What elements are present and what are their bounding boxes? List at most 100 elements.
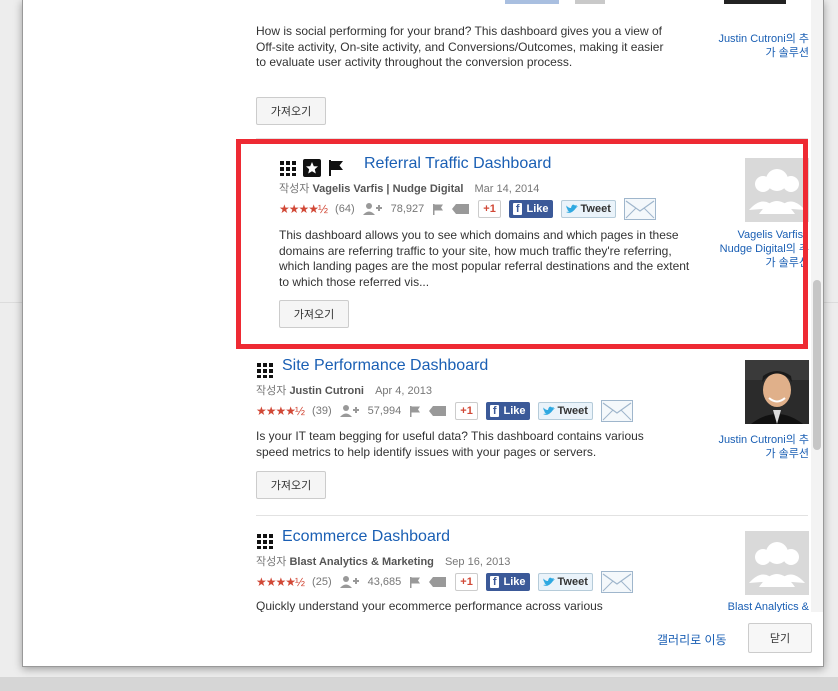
facebook-icon: f bbox=[489, 405, 500, 417]
import-button[interactable]: 가져오기 bbox=[279, 300, 349, 328]
author-name: Justin Cutroni bbox=[289, 385, 364, 397]
import-button[interactable]: 가져오기 bbox=[256, 97, 326, 125]
import-button[interactable]: 가져오기 bbox=[256, 471, 326, 499]
author-name: Vagelis Varfis | Nudge Digital bbox=[312, 183, 464, 195]
author-prefix: 작성자 bbox=[256, 385, 287, 397]
tag-icon[interactable] bbox=[429, 405, 447, 417]
author-link-line: Justin Cutroni의 추 bbox=[718, 33, 809, 45]
card-divider bbox=[256, 345, 808, 346]
publish-date: Apr 4, 2013 bbox=[375, 385, 432, 397]
google-plus-button[interactable]: +1 bbox=[455, 402, 478, 420]
author-link-line: Justin Cutroni의 추 bbox=[718, 434, 809, 446]
report-flag-icon[interactable] bbox=[409, 576, 421, 588]
author-image-stub bbox=[724, 0, 786, 4]
dashboard-title-link[interactable]: Ecommerce Dashboard bbox=[282, 528, 450, 546]
facebook-icon: f bbox=[489, 576, 500, 588]
card-icons bbox=[279, 158, 345, 178]
users-icon bbox=[339, 405, 359, 417]
author-link-line: 가 솔루션 bbox=[765, 257, 809, 269]
dashboard-title-link[interactable]: Site Performance Dashboard bbox=[282, 357, 488, 375]
author-link-line: Vagelis Varfis | bbox=[737, 229, 809, 241]
card-icons bbox=[256, 531, 274, 551]
publish-date: Mar 14, 2014 bbox=[474, 183, 540, 195]
tweet-label: Tweet bbox=[580, 203, 611, 215]
google-plus-button[interactable]: +1 bbox=[455, 573, 478, 591]
author-solutions-link[interactable]: Vagelis Varfis | Nudge Digital의 추 가 솔루션 bbox=[703, 228, 809, 270]
card-meta: 작성자 Justin Cutroni Apr 4, 2013 bbox=[256, 382, 432, 398]
author-photo bbox=[745, 360, 809, 424]
vertical-scrollbar[interactable] bbox=[811, 0, 823, 612]
author-link-line: 가 솔루션 bbox=[765, 47, 809, 59]
ratings-count: (64) bbox=[335, 203, 355, 215]
card-description: This dashboard allows you to see which d… bbox=[279, 228, 690, 289]
author-link-line: Nudge Digital의 추 bbox=[719, 243, 809, 255]
tweet-label: Tweet bbox=[557, 576, 588, 588]
author-prefix: 작성자 bbox=[279, 183, 310, 195]
author-link-line: Blast Analytics & bbox=[727, 601, 809, 612]
author-solutions-link[interactable]: Justin Cutroni의 추 가 솔루션 bbox=[703, 32, 809, 60]
mail-button-stub bbox=[575, 0, 605, 4]
facebook-icon: f bbox=[512, 203, 523, 215]
report-flag-icon[interactable] bbox=[432, 203, 444, 215]
author-link-line: 가 솔루션 bbox=[765, 448, 809, 460]
go-to-gallery-link[interactable]: 갤러리로 이동 bbox=[657, 631, 727, 648]
tweet-button[interactable]: Tweet bbox=[537, 402, 593, 420]
tweet-button[interactable]: Tweet bbox=[537, 573, 593, 591]
grid-icon bbox=[257, 534, 273, 549]
grid-icon bbox=[280, 161, 296, 176]
author-solutions-link[interactable]: Blast Analytics & bbox=[703, 600, 809, 612]
rating-stars[interactable]: ★★★★½ bbox=[256, 575, 305, 589]
like-label: Like bbox=[503, 576, 526, 588]
dashboard-list[interactable]: How is social performing for your brand?… bbox=[23, 0, 809, 612]
author-solutions-link[interactable]: Justin Cutroni의 추 가 솔루션 bbox=[703, 433, 809, 461]
email-share-icon[interactable] bbox=[600, 571, 633, 593]
grid-icon bbox=[257, 363, 273, 378]
users-icon bbox=[339, 576, 359, 588]
ratings-count: (25) bbox=[312, 576, 332, 588]
card-icons bbox=[256, 360, 274, 380]
like-label: Like bbox=[526, 203, 549, 215]
star-badge-icon bbox=[303, 159, 321, 177]
tag-icon[interactable] bbox=[429, 576, 447, 588]
rating-stars[interactable]: ★★★★½ bbox=[279, 202, 328, 216]
facebook-like-button[interactable]: f Like bbox=[508, 200, 553, 218]
users-count: 78,927 bbox=[390, 203, 425, 215]
card-meta: 작성자 Blast Analytics & Marketing Sep 16, … bbox=[256, 553, 510, 569]
users-count: 43,685 bbox=[367, 576, 402, 588]
card-description: Quickly understand your ecommerce perfor… bbox=[256, 599, 603, 612]
tag-icon[interactable] bbox=[452, 203, 470, 215]
ratings-count: (39) bbox=[312, 405, 332, 417]
dashboard-gallery-dialog: How is social performing for your brand?… bbox=[22, 0, 824, 667]
card-stats: ★★★★½ (25) 43,685 +1 f Like Tweet bbox=[256, 571, 633, 593]
card-divider bbox=[256, 138, 808, 139]
card-description: Is your IT team begging for useful data?… bbox=[256, 429, 644, 459]
author-avatar-placeholder bbox=[745, 531, 809, 595]
google-plus-button[interactable]: +1 bbox=[478, 200, 501, 218]
twitter-bird-icon bbox=[542, 577, 555, 586]
author-prefix: 작성자 bbox=[256, 556, 287, 568]
users-icon bbox=[362, 203, 382, 215]
page-bottom-strip bbox=[0, 677, 838, 691]
tweet-button[interactable]: Tweet bbox=[560, 200, 616, 218]
twitter-bird-icon bbox=[542, 406, 555, 415]
author-avatar-placeholder bbox=[745, 158, 809, 222]
twitter-bird-icon bbox=[565, 204, 578, 213]
facebook-like-button[interactable]: f Like bbox=[485, 573, 530, 591]
publish-date: Sep 16, 2013 bbox=[444, 556, 511, 568]
report-flag-icon[interactable] bbox=[409, 405, 421, 417]
flag-icon bbox=[329, 160, 343, 176]
share-buttons-stub bbox=[505, 0, 559, 4]
email-share-icon[interactable] bbox=[600, 400, 633, 422]
author-name: Blast Analytics & Marketing bbox=[289, 556, 434, 568]
email-share-icon[interactable] bbox=[623, 198, 656, 220]
rating-stars[interactable]: ★★★★½ bbox=[256, 404, 305, 418]
scrollbar-thumb[interactable] bbox=[813, 280, 821, 450]
close-button[interactable]: 닫기 bbox=[748, 623, 812, 653]
card-description: How is social performing for your brand?… bbox=[256, 24, 664, 69]
like-label: Like bbox=[503, 405, 526, 417]
tweet-label: Tweet bbox=[557, 405, 588, 417]
card-stats: ★★★★½ (39) 57,994 +1 f Like Tweet bbox=[256, 400, 633, 422]
card-divider bbox=[256, 515, 808, 516]
facebook-like-button[interactable]: f Like bbox=[485, 402, 530, 420]
dashboard-title-link[interactable]: Referral Traffic Dashboard bbox=[364, 155, 551, 173]
